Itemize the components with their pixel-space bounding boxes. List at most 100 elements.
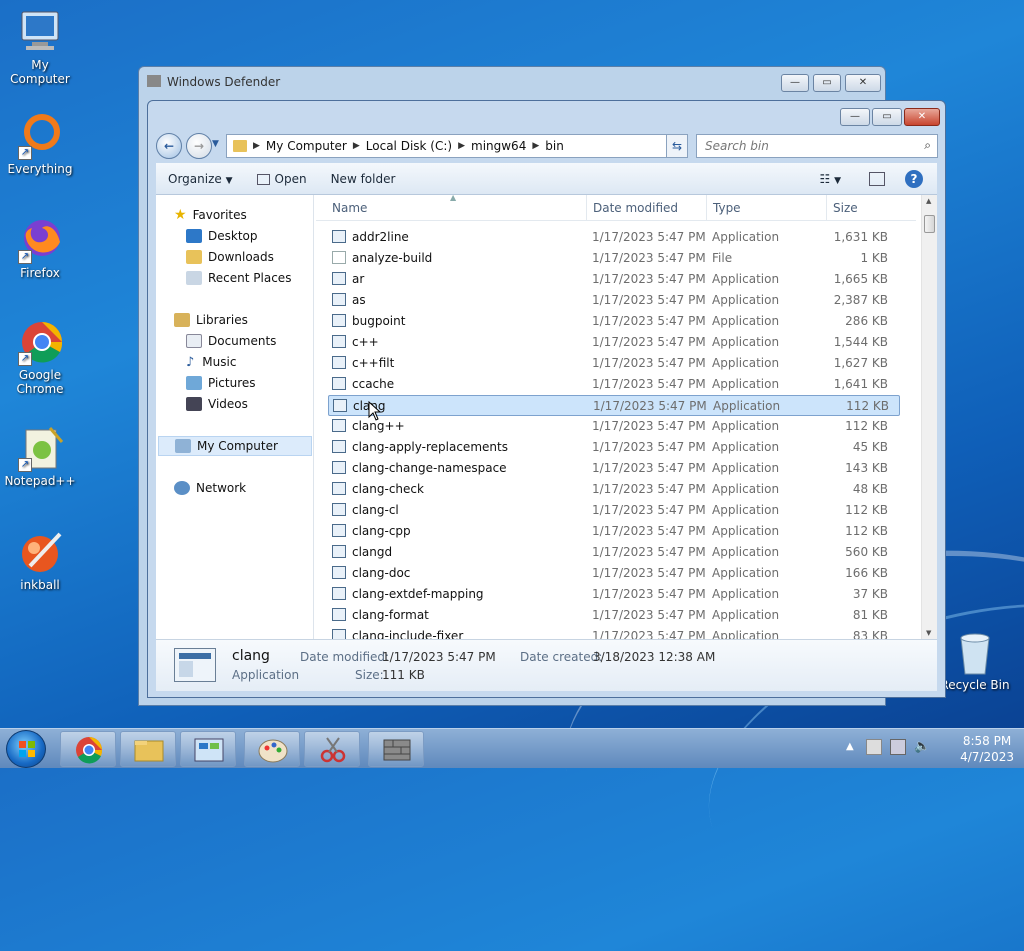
file-size: 45 KB [852, 440, 888, 454]
vertical-scrollbar[interactable]: ▲ ▼ [921, 195, 937, 639]
file-name: clang-format [352, 608, 429, 622]
desktop-icon-recycle-bin[interactable]: Recycle Bin [935, 630, 1015, 692]
file-name: ccache [352, 377, 395, 391]
nav-label: Pictures [208, 376, 256, 390]
pictures-icon [186, 376, 202, 390]
nav-my-computer[interactable]: My Computer [158, 436, 312, 456]
taskbar-chrome[interactable] [60, 731, 116, 767]
nav-favorites[interactable]: ★ Favorites [174, 205, 332, 225]
network-status-icon[interactable] [890, 739, 906, 755]
paint-icon [258, 739, 288, 763]
file-date: 1/17/2023 5:47 PM [592, 524, 706, 538]
column-size[interactable]: Size [833, 201, 858, 215]
file-date: 1/17/2023 5:47 PM [592, 377, 706, 391]
file-row[interactable]: clang1/17/2023 5:47 PMApplication112 KB [328, 395, 900, 416]
explorer-minimize-button[interactable]: — [840, 108, 870, 126]
defender-maximize-button[interactable]: ▭ [813, 74, 841, 92]
file-row[interactable]: c++filt 1/17/2023 5:47 PM Application 1,627… [328, 353, 900, 374]
file-row[interactable]: addr2line 1/17/2023 5:47 PM Application 1,6… [328, 227, 900, 248]
desktop-icon-everything[interactable]: ↗ Everything [0, 112, 80, 176]
explorer-maximize-button[interactable]: ▭ [872, 108, 902, 126]
details-file-type: Application [232, 668, 300, 682]
help-button[interactable]: ? [905, 169, 923, 188]
breadcrumb-mingw64[interactable]: mingw64 [471, 139, 526, 153]
file-size: 1 KB [860, 251, 888, 265]
breadcrumb-local-disk[interactable]: Local Disk (C:) [366, 139, 452, 153]
defender-minimize-button[interactable]: — [781, 74, 809, 92]
desktop-icon-chrome[interactable]: ↗ Google Chrome [0, 318, 80, 396]
file-row[interactable]: clang-change-namespace 1/17/2023 5:47 PM A… [328, 458, 900, 479]
new-folder-button[interactable]: New folder [319, 172, 408, 186]
start-button[interactable] [6, 730, 46, 768]
file-row[interactable]: ccache 1/17/2023 5:47 PM Application 1,641 … [328, 374, 900, 395]
scrollbar-thumb[interactable] [924, 215, 935, 233]
shortcut-arrow-icon: ↗ [18, 352, 32, 366]
file-row[interactable]: clang-format 1/17/2023 5:47 PM Application… [328, 605, 900, 626]
file-row[interactable]: clang-cl 1/17/2023 5:47 PM Application 112 … [328, 500, 900, 521]
change-view-button[interactable]: ☷ ▼ [820, 172, 842, 186]
taskbar-explorer[interactable] [120, 731, 176, 767]
action-center-icon[interactable] [866, 739, 882, 755]
file-name: clang-cpp [352, 524, 411, 538]
search-icon[interactable]: ⌕ [924, 138, 931, 153]
taskbar-control-panel[interactable] [180, 731, 236, 767]
open-button[interactable]: Open [245, 172, 319, 186]
recent-pages-dropdown-icon[interactable]: ▼ [212, 139, 219, 149]
file-row[interactable]: clang++ 1/17/2023 5:47 PM Application 112 K… [328, 416, 900, 437]
explorer-close-button[interactable]: ✕ [904, 108, 940, 126]
nav-network[interactable]: Network [174, 478, 332, 498]
explorer-window[interactable]: — ▭ ✕ ← → ▼ ▶ My Computer ▶ Local Disk (… [147, 100, 946, 698]
nav-libraries[interactable]: Libraries [174, 310, 332, 330]
file-row[interactable]: bugpoint 1/17/2023 5:47 PM Application 286 … [328, 311, 900, 332]
file-name: as [352, 293, 366, 307]
navigation-pane: ★ Favorites Desktop Downloads Recent Plac… [156, 195, 314, 639]
application-icon [333, 399, 347, 412]
search-input[interactable]: Search bin ⌕ [696, 134, 938, 158]
file-type: File [712, 251, 733, 265]
file-date: 1/17/2023 5:47 PM [592, 545, 706, 559]
scroll-down-icon[interactable]: ▼ [926, 629, 931, 637]
application-icon [332, 608, 346, 621]
file-row[interactable]: ar 1/17/2023 5:47 PM Application 1,665 KB [328, 269, 900, 290]
defender-close-button[interactable]: ✕ [845, 74, 881, 92]
scroll-up-icon[interactable]: ▲ [926, 197, 931, 205]
file-row[interactable]: clangd 1/17/2023 5:47 PM Application 560 KB [328, 542, 900, 563]
taskbar-windows-defender[interactable] [368, 731, 424, 767]
clock[interactable]: 8:58 PM 4/7/2023 [960, 733, 1014, 765]
column-type[interactable]: Type [713, 201, 741, 215]
back-button[interactable]: ← [156, 133, 182, 159]
preview-pane-button[interactable] [869, 171, 885, 186]
desktop-icon-my-computer[interactable]: My Computer [0, 8, 80, 86]
file-row[interactable]: clang-doc 1/17/2023 5:47 PM Application 166… [328, 563, 900, 584]
taskbar-snipping-tool[interactable] [304, 731, 360, 767]
desktop-icon-inkball[interactable]: inkball [0, 528, 80, 592]
application-icon [332, 545, 346, 558]
application-icon [332, 461, 346, 474]
address-bar[interactable]: ▶ My Computer ▶ Local Disk (C:) ▶ mingw6… [226, 134, 686, 158]
column-name[interactable]: Name [332, 201, 367, 215]
chrome-icon: ↗ [16, 318, 64, 366]
file-row[interactable]: clang-check 1/17/2023 5:47 PM Application 4… [328, 479, 900, 500]
forward-button[interactable]: → [186, 133, 212, 159]
refresh-button[interactable]: ⇆ [666, 134, 688, 158]
file-row[interactable]: clang-extdef-mapping 1/17/2023 5:47 PM App… [328, 584, 900, 605]
file-size: 1,641 KB [833, 377, 888, 391]
file-row[interactable]: as 1/17/2023 5:47 PM Application 2,387 KB [328, 290, 900, 311]
breadcrumb-my-computer[interactable]: My Computer [266, 139, 347, 153]
file-date: 1/17/2023 5:47 PM [592, 482, 706, 496]
file-row[interactable]: c++ 1/17/2023 5:47 PM Application 1,544 KB [328, 332, 900, 353]
firefox-icon: ↗ [16, 216, 64, 264]
volume-muted-icon[interactable]: 🔈 [914, 739, 930, 754]
file-row[interactable]: analyze-build 1/17/2023 5:47 PM File 1 KB [328, 248, 900, 269]
file-type: Application [712, 356, 780, 370]
file-row[interactable]: clang-apply-replacements 1/17/2023 5:47 P… [328, 437, 900, 458]
desktop-icon-firefox[interactable]: ↗ Firefox [0, 216, 80, 280]
file-row[interactable]: clang-cpp 1/17/2023 5:47 PM Application 112… [328, 521, 900, 542]
desktop-icon-notepadpp[interactable]: ↗ Notepad++ [0, 424, 80, 488]
show-hidden-icons-icon[interactable]: ▲ [846, 741, 854, 752]
breadcrumb-bin[interactable]: bin [545, 139, 564, 153]
organize-button[interactable]: Organize ▼ [156, 172, 245, 186]
column-date-modified[interactable]: Date modified [593, 201, 678, 215]
taskbar-paint[interactable] [244, 731, 300, 767]
file-name: analyze-build [352, 251, 433, 265]
